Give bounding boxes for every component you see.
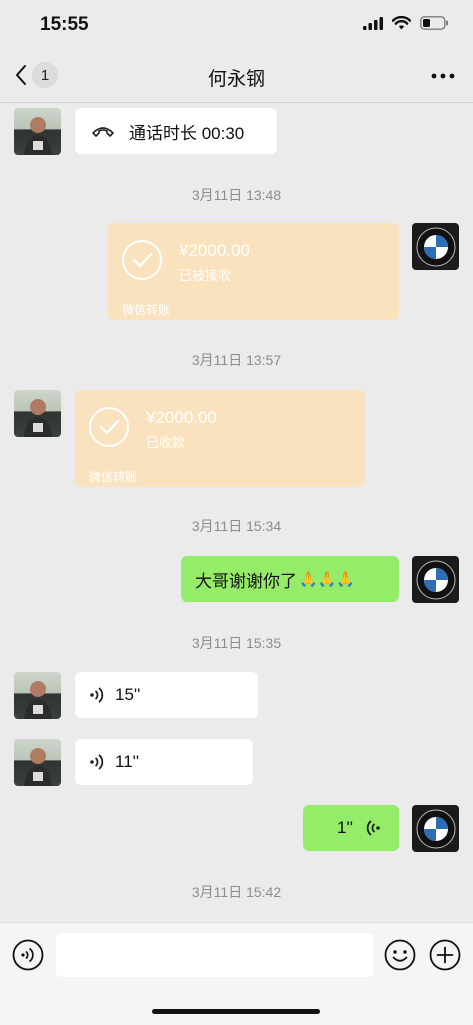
nav-bar: 1 何永钢: [0, 50, 473, 103]
emoji-button[interactable]: [384, 939, 416, 976]
message-text: 大哥谢谢你了: [195, 571, 297, 591]
check-circle-icon: [122, 240, 162, 280]
home-indicator: [152, 1009, 320, 1014]
timestamp: 3月11日 15:42: [191, 884, 282, 900]
add-button[interactable]: [429, 939, 461, 976]
chat-area[interactable]: 通话时长 00:30 3月11日 13:48 ¥2000.00 已被接收 微信转…: [0, 102, 473, 922]
my-avatar[interactable]: [412, 556, 459, 603]
status-icons: [363, 16, 449, 30]
status-bar: 15:55: [0, 0, 473, 50]
voice-message[interactable]: 15'': [75, 672, 258, 718]
voice-input-icon: [12, 939, 44, 971]
voice-duration: 11'': [115, 752, 140, 771]
my-avatar[interactable]: [412, 223, 459, 270]
timestamp: 3月11日 15:35: [191, 635, 282, 651]
voice-wave-icon: [90, 754, 104, 770]
transfer-message-received[interactable]: ¥2000.00 已收款 微信转账: [75, 390, 365, 487]
person-photo-icon: [24, 748, 52, 786]
timestamp: 3月11日 15:34: [191, 518, 282, 534]
voice-wave-icon: [90, 687, 104, 703]
message-input[interactable]: [56, 933, 373, 977]
contact-avatar[interactable]: [14, 108, 61, 155]
call-duration-message[interactable]: 通话时长 00:30: [75, 108, 277, 154]
my-avatar[interactable]: [412, 805, 459, 852]
transfer-status: 已被接收: [179, 268, 232, 283]
transfer-footer: 微信转账: [122, 303, 171, 317]
person-photo-icon: [24, 399, 52, 437]
person-photo-icon: [24, 117, 52, 155]
voice-input-button[interactable]: [12, 939, 44, 976]
battery-icon: [420, 16, 448, 30]
voice-message[interactable]: 11'': [75, 739, 253, 785]
wifi-icon: [392, 16, 411, 30]
transfer-status: 已收款: [146, 435, 186, 450]
timestamp: 3月11日 13:48: [191, 187, 282, 203]
voice-wave-icon: [366, 820, 380, 836]
transfer-amount: ¥2000.00: [146, 408, 217, 427]
voice-duration: 1'': [337, 818, 353, 837]
transfer-message-sent[interactable]: ¥2000.00 已被接收 微信转账: [108, 223, 399, 320]
status-time: 15:55: [40, 14, 89, 35]
transfer-footer: 微信转账: [89, 470, 138, 484]
more-button[interactable]: [431, 66, 455, 91]
contact-avatar[interactable]: [14, 390, 61, 437]
chat-title: 何永钢: [207, 69, 265, 90]
smiley-icon: [384, 939, 416, 971]
person-photo-icon: [24, 681, 52, 719]
contact-avatar[interactable]: [14, 672, 61, 719]
input-bar: [0, 922, 473, 1025]
bmw-logo-icon: [416, 560, 455, 599]
check-circle-icon: [89, 407, 129, 447]
bmw-logo-icon: [416, 809, 455, 848]
signal-icon: [363, 16, 383, 30]
plus-circle-icon: [429, 939, 461, 971]
praying-hands-emoji: 🙏🙏🙏: [299, 571, 356, 588]
phone-hangup-icon: [92, 127, 114, 137]
voice-message-sent[interactable]: 1'': [303, 805, 399, 851]
transfer-amount: ¥2000.00: [179, 241, 250, 260]
contact-avatar[interactable]: [14, 739, 61, 786]
call-duration-text: 通话时长 00:30: [129, 123, 245, 143]
more-icon: [431, 73, 455, 79]
bmw-logo-icon: [416, 227, 455, 266]
thanks-message[interactable]: 大哥谢谢你了 🙏🙏🙏: [181, 556, 399, 602]
voice-duration: 15'': [115, 685, 141, 704]
timestamp: 3月11日 13:57: [191, 352, 282, 368]
